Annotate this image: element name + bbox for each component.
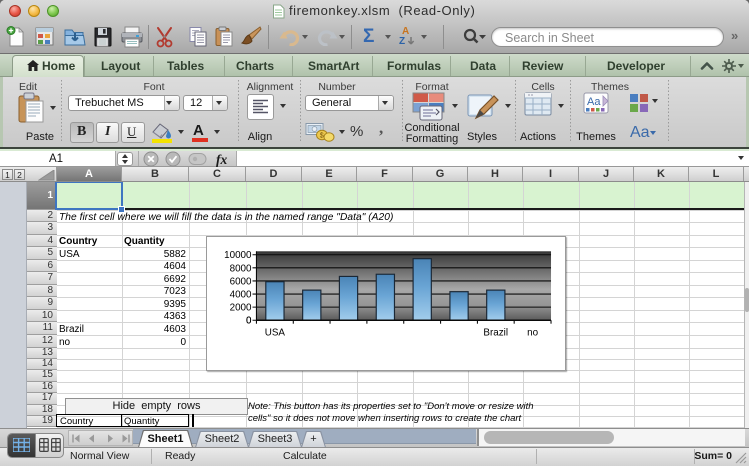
svg-text:8000: 8000 [230, 263, 252, 274]
svg-text:fx: fx [216, 152, 227, 167]
svg-text:Brazil: Brazil [483, 328, 508, 339]
svg-text:no: no [527, 328, 538, 339]
svg-text:0: 0 [246, 316, 252, 327]
svg-text:$: $ [320, 133, 324, 140]
svg-text:4000: 4000 [230, 289, 252, 300]
svg-text:2000: 2000 [230, 303, 252, 314]
svg-text:Z: Z [399, 36, 405, 47]
svg-text:USA: USA [265, 328, 286, 339]
svg-text:Aa: Aa [587, 96, 601, 108]
svg-text:10000: 10000 [224, 250, 252, 261]
svg-text:6000: 6000 [230, 276, 252, 287]
